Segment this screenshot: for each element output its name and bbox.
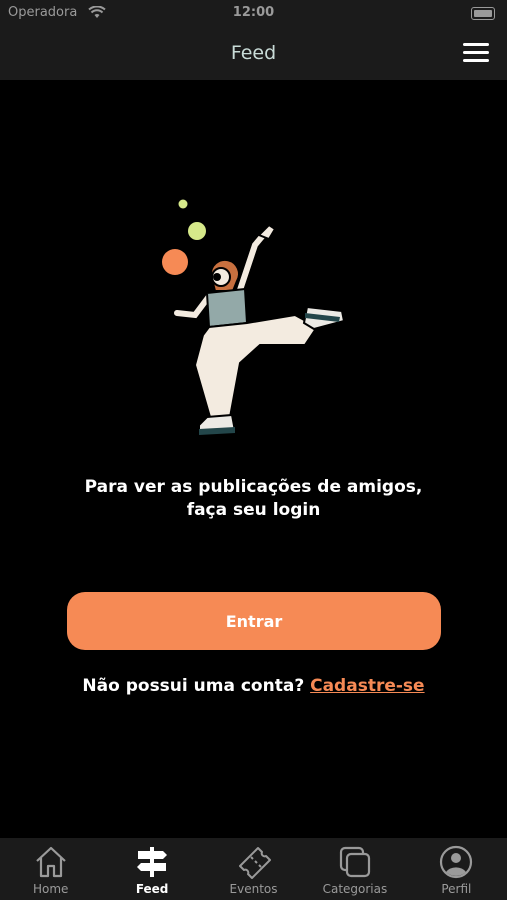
app-header: Feed xyxy=(0,28,507,80)
tab-categorias[interactable]: Categorias xyxy=(304,838,405,900)
user-circle-icon xyxy=(440,845,473,879)
tab-label: Perfil xyxy=(441,882,472,896)
home-icon xyxy=(35,846,66,878)
signup-prompt: Não possui uma conta? xyxy=(82,676,305,696)
tab-label: Eventos xyxy=(229,882,278,896)
login-prompt-line-2: faça seu login xyxy=(186,500,321,520)
dancing-person-illustration xyxy=(162,199,346,435)
tab-home[interactable]: Home xyxy=(0,838,101,900)
login-prompt-line-1: Para ver as publicações de amigos, xyxy=(84,477,423,497)
signpost-icon xyxy=(137,847,168,877)
tab-label: Categorias xyxy=(322,882,388,896)
signup-row: Não possui uma conta? Cadastre-se xyxy=(0,676,507,696)
login-prompt-message: Para ver as publicações de amigos, faça … xyxy=(40,476,467,522)
page-title: Feed xyxy=(230,42,277,64)
tab-eventos[interactable]: Eventos xyxy=(203,838,304,900)
tab-label: Feed xyxy=(135,882,169,896)
tab-perfil[interactable]: Perfil xyxy=(406,838,507,900)
hamburger-menu-icon[interactable] xyxy=(463,43,489,63)
bottom-tab-bar: Home Feed Eventos Categorias Perfil xyxy=(0,838,507,900)
tab-feed[interactable]: Feed xyxy=(101,838,202,900)
ticket-icon xyxy=(238,847,271,879)
stacked-squares-icon xyxy=(339,846,371,878)
status-bar: Operadora 12:00 xyxy=(0,0,507,28)
clock: 12:00 xyxy=(232,5,275,20)
login-button[interactable]: Entrar xyxy=(67,592,441,650)
battery-icon xyxy=(471,7,495,20)
signup-link[interactable]: Cadastre-se xyxy=(310,676,424,696)
tab-label: Home xyxy=(32,882,69,896)
